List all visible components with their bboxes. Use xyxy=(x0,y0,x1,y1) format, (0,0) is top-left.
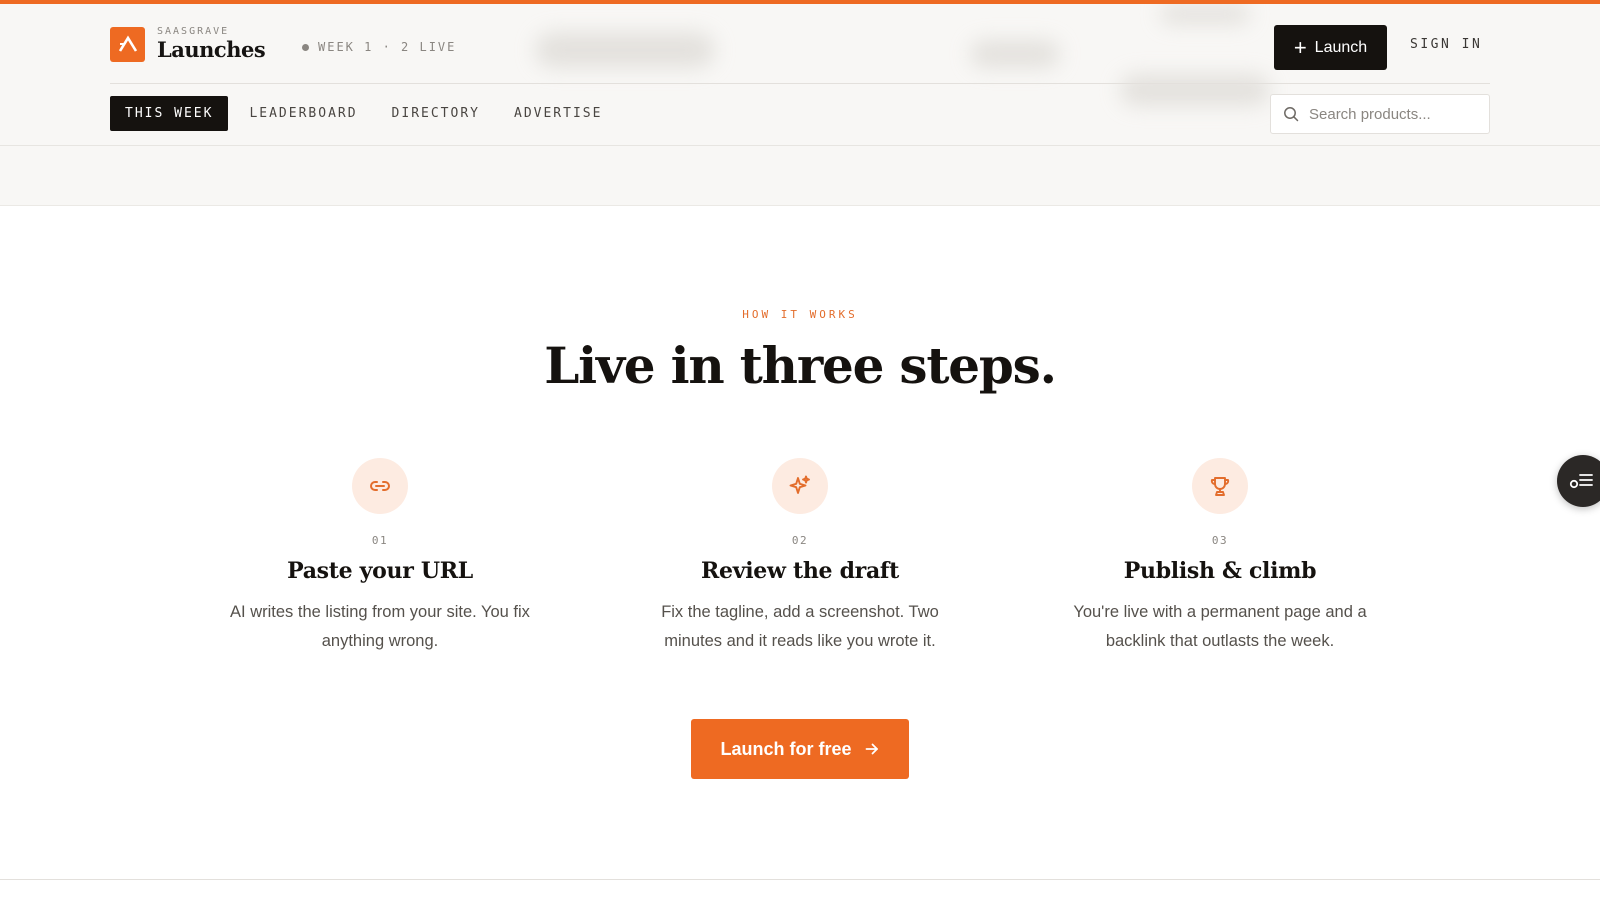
nav-tab-advertise[interactable]: ADVERTISE xyxy=(497,96,619,131)
step-number: 03 xyxy=(1211,534,1229,547)
cta-label: Launch for free xyxy=(720,738,852,759)
step-title: Review the draft xyxy=(701,558,899,584)
step-number: 01 xyxy=(371,534,389,547)
step-number: 02 xyxy=(791,534,809,547)
launch-button[interactable]: + Launch xyxy=(1274,25,1387,70)
blurred-background xyxy=(1120,74,1270,106)
status-dot-icon xyxy=(302,43,309,51)
nav-tab-leaderboard[interactable]: LEADERBOARD xyxy=(232,96,374,131)
link-icon xyxy=(352,458,408,514)
arrow-right-icon xyxy=(865,743,878,755)
step-title: Paste your URL xyxy=(287,558,473,584)
section-eyebrow: HOW IT WORKS xyxy=(742,308,858,321)
brand-name: Launches xyxy=(157,37,266,62)
main-nav: THIS WEEK LEADERBOARD DIRECTORY ADVERTIS… xyxy=(110,96,619,131)
logo-icon xyxy=(110,26,145,62)
launch-button-label: Launch xyxy=(1314,38,1368,56)
section-headline: Live in three steps. xyxy=(544,336,1057,395)
nav-tab-directory[interactable]: DIRECTORY xyxy=(375,96,497,131)
live-status: WEEK 1 · 2 LIVE xyxy=(302,40,456,54)
header-divider xyxy=(110,83,1490,84)
step-description: You're live with a permanent page and a … xyxy=(1073,603,1367,650)
search-icon xyxy=(1284,107,1299,122)
plus-icon: + xyxy=(1293,34,1307,60)
search-input[interactable] xyxy=(1309,105,1479,123)
sub-header-band xyxy=(0,146,1600,206)
site-header: SAASGRAVE Launches WEEK 1 · 2 LIVE + Lau… xyxy=(0,4,1600,146)
blurred-background xyxy=(535,32,715,68)
trophy-icon xyxy=(1192,458,1248,514)
floating-toolbar-button[interactable] xyxy=(1557,455,1600,507)
search-box[interactable] xyxy=(1270,94,1490,134)
sparkle-icon xyxy=(772,458,828,514)
step-description: Fix the tagline, add a screenshot. Two m… xyxy=(661,603,939,650)
brand[interactable]: SAASGRAVE Launches xyxy=(110,26,266,62)
section-bottom-divider xyxy=(0,879,1600,880)
step-card: 02 Review the draft Fix the tagline, add… xyxy=(620,458,980,656)
step-card: 03 Publish & climb You're live with a pe… xyxy=(1040,458,1400,656)
step-description: AI writes the listing from your site. Yo… xyxy=(230,603,530,650)
sign-in-link[interactable]: SIGN IN xyxy=(1410,37,1482,52)
blurred-background xyxy=(970,40,1060,68)
launch-for-free-button[interactable]: Launch for free xyxy=(691,719,909,779)
step-title: Publish & climb xyxy=(1123,558,1317,584)
live-status-text: WEEK 1 · 2 LIVE xyxy=(318,40,457,54)
toggle-list-icon xyxy=(1569,474,1593,489)
nav-tab-this-week[interactable]: THIS WEEK xyxy=(110,96,229,131)
step-card: 01 Paste your URL AI writes the listing … xyxy=(200,458,560,656)
blurred-background xyxy=(1160,4,1250,24)
